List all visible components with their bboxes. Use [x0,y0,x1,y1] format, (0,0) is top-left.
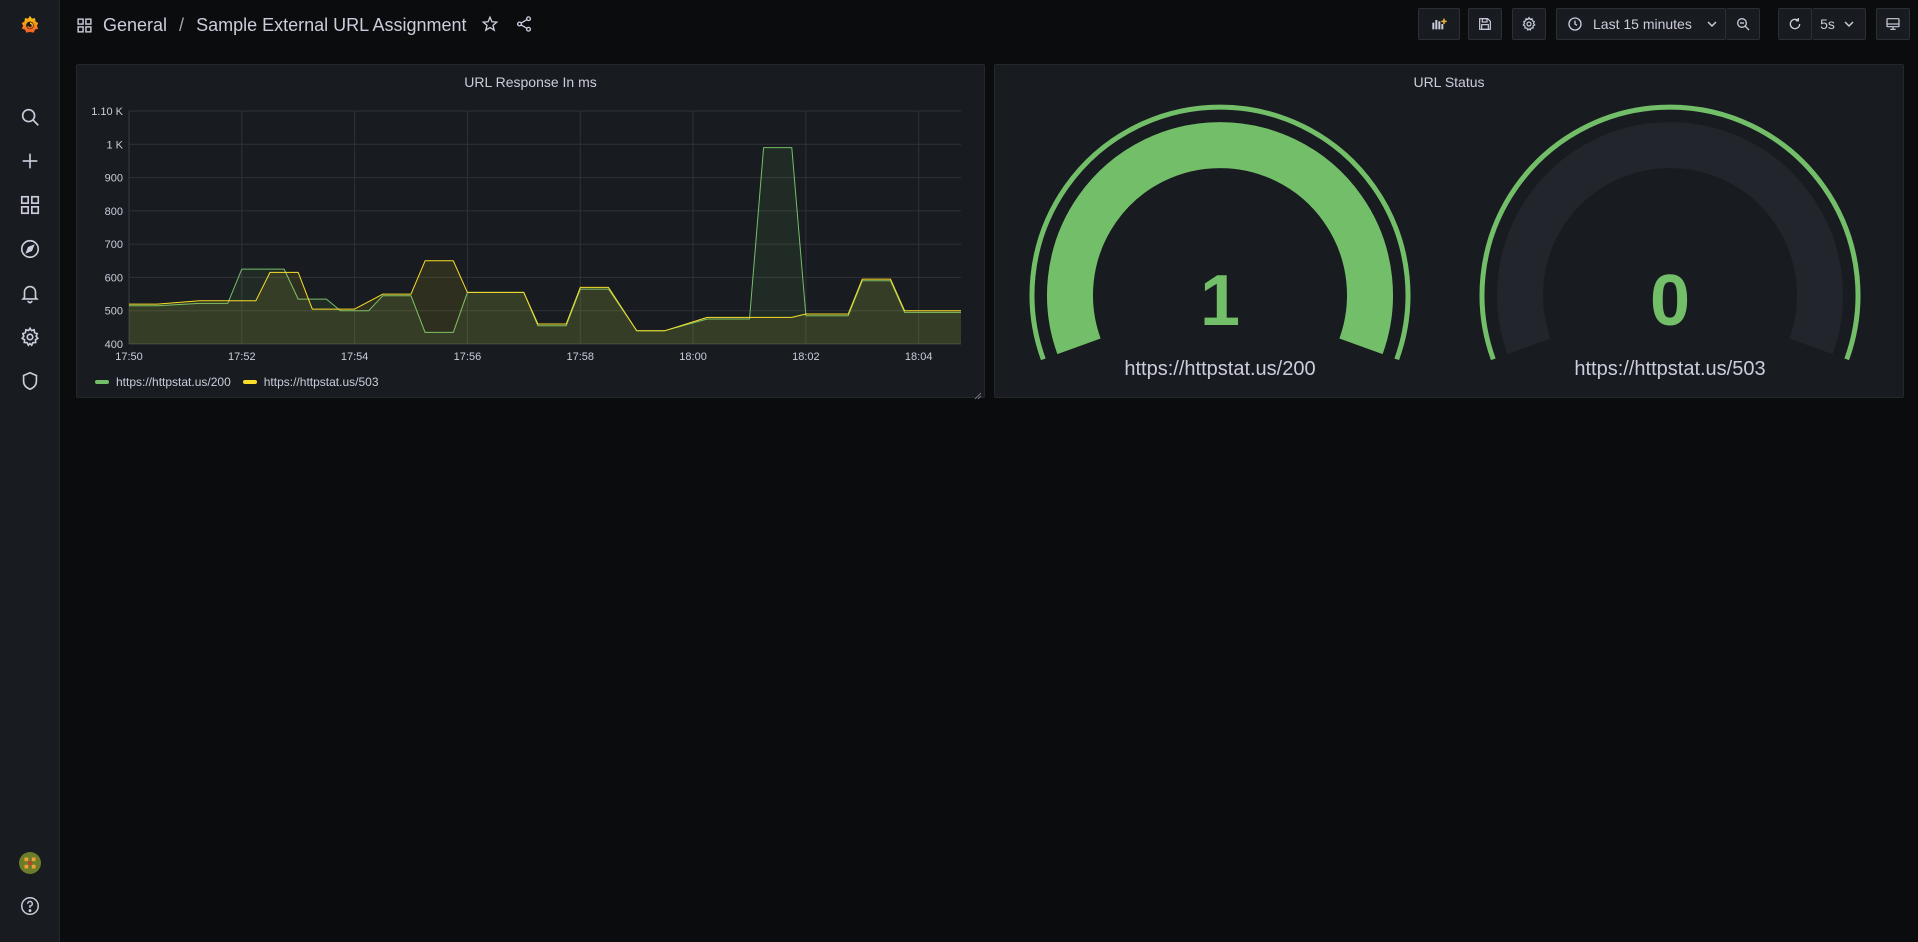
legend-label: https://httpstat.us/503 [263,375,379,389]
chevron-down-icon [1841,16,1857,32]
legend-swatch-yellow [242,380,257,384]
legend-item-503[interactable]: https://httpstat.us/503 [242,375,379,389]
breadcrumb-separator: / [179,14,185,35]
gauge-fill [1029,104,1411,361]
x-tick-label: 17:52 [228,351,256,363]
dashboards-grid-icon [76,17,93,34]
sidebar [0,0,60,942]
dashboard-settings-button[interactable] [1512,8,1546,40]
x-tick-label: 17:54 [341,351,369,363]
x-tick-label: 17:58 [566,351,594,363]
top-navbar: General / Sample External URL Assignment… [60,0,1918,50]
panel-url-response[interactable]: URL Response In ms 400 500 600 700 800 900 1 K… [76,64,985,400]
legend-swatch-green [95,380,109,384]
y-tick-label: 600 [105,272,123,284]
y-tick-label: 800 [105,206,123,218]
y-tick-label: 1 K [106,139,123,151]
gauge-value: 0 [1649,261,1691,341]
legend-label: https://httpstat.us/200 [116,375,231,389]
chevron-down-icon [1704,16,1720,32]
tv-mode-button[interactable] [1876,8,1910,40]
y-tick-label: 1.10 K [91,106,123,118]
resize-handle[interactable] [974,387,982,400]
gauge-503: 0 https://httpstat.us/503 [1460,65,1880,399]
y-tick-label: 500 [105,306,123,318]
grafana-app: General / Sample External URL Assignment… [0,0,1918,942]
dashboard-title[interactable]: Sample External URL Assignment [196,15,466,36]
save-button[interactable] [1468,8,1502,40]
legend-item-200[interactable]: https://httpstat.us/200 [95,375,231,389]
search-icon[interactable] [11,98,49,136]
user-avatar[interactable] [11,844,49,882]
x-tick-label: 18:02 [792,351,820,363]
bell-icon[interactable] [11,274,49,312]
breadcrumb-folder[interactable]: General [103,15,167,36]
gauge-fill [1479,104,1861,361]
gauge-label: https://httpstat.us/503 [1574,358,1766,380]
refresh-interval-label: 5s [1820,16,1835,32]
plus-icon[interactable] [11,142,49,180]
refresh-button[interactable] [1778,8,1812,40]
clock-icon [1567,16,1583,32]
gauge-200: 1 https://httpstat.us/200 [1010,65,1430,399]
refresh-interval-picker[interactable]: 5s [1812,8,1866,40]
zoom-out-button[interactable] [1726,8,1760,40]
time-picker-button[interactable]: Last 15 minutes [1556,8,1726,40]
add-panel-button[interactable] [1418,8,1460,40]
star-icon[interactable] [474,8,506,40]
time-range-label: Last 15 minutes [1593,16,1692,32]
x-tick-label: 18:00 [679,351,707,363]
shield-icon[interactable] [11,362,49,400]
compass-icon[interactable] [11,230,49,268]
gauge-value: 1 [1199,261,1241,341]
x-tick-label: 17:56 [454,351,482,363]
y-tick-label: 700 [105,239,123,251]
help-icon[interactable] [11,887,49,925]
response-time-chart: 400 500 600 700 800 900 1 K 1.10 K 17:50 17:52 17:… [91,106,961,363]
dashboards-grid-icon[interactable] [11,186,49,224]
breadcrumb: General / Sample External URL Assignment [76,12,467,38]
x-tick-label: 18:04 [905,351,933,363]
gear-icon[interactable] [11,318,49,356]
y-tick-label: 400 [105,339,123,351]
gauge-label: https://httpstat.us/200 [1124,358,1316,380]
grafana-logo-icon[interactable] [11,6,49,44]
y-tick-label: 900 [105,173,123,185]
chart-legend: https://httpstat.us/200 https://httpstat… [95,375,391,389]
x-tick-label: 17:50 [115,351,143,363]
panel-url-status[interactable]: URL Status 1 https://httpstat.us/200 0 h… [994,64,1904,398]
share-icon[interactable] [508,8,540,40]
